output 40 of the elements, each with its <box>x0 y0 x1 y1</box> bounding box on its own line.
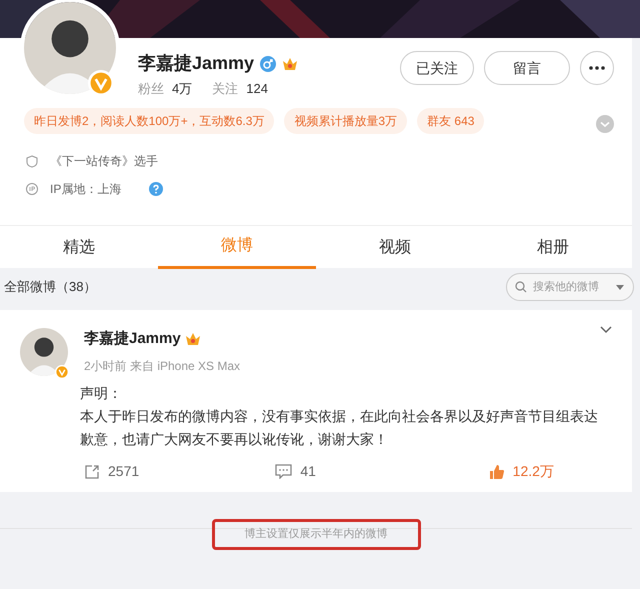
fans-label: 粉丝 <box>138 80 164 98</box>
stats-chip[interactable]: 视频累计播放量3万 <box>284 108 408 134</box>
ip-location: IP属地：上海 <box>50 181 122 198</box>
show-label: 《下一站传奇》选手 <box>50 153 158 170</box>
like-button[interactable]: 12.2万 <box>438 461 616 482</box>
crown-icon <box>184 332 201 346</box>
feed-title: 全部微博（38） <box>4 278 96 296</box>
ip-icon <box>26 183 38 195</box>
more-icon <box>589 66 605 70</box>
verified-badge-icon <box>88 70 114 96</box>
stats-chip[interactable]: 昨日发博2，阅读人数100万+，互动数6.3万 <box>24 108 274 134</box>
repost-button[interactable]: 2571 <box>84 461 262 482</box>
shield-icon <box>26 154 38 168</box>
follow-count: 124 <box>246 80 268 98</box>
post-meta: 2小时前 来自 iPhone XS Max <box>84 358 240 374</box>
search-field[interactable]: 搜索他的微博 <box>506 273 634 301</box>
more-button[interactable] <box>580 51 614 85</box>
help-icon[interactable] <box>149 182 164 196</box>
profile-tab[interactable]: 相册 <box>474 226 632 269</box>
post-heading: 声明： <box>80 384 123 403</box>
repost-icon <box>84 464 100 480</box>
follow-label: 关注 <box>212 80 238 98</box>
search-icon <box>515 281 527 293</box>
male-icon <box>260 56 276 72</box>
post-body: 本人于昨日发布的微博内容，没有事实依据，在此向社会各界以及好声音节目组表达歉意，也请广大网友不要再以讹传讹，谢谢大家！ <box>80 407 599 449</box>
crown-icon <box>282 56 298 70</box>
fans-count: 4万 <box>172 80 192 98</box>
profile-name: 李嘉捷Jammy <box>138 52 254 75</box>
profile-tab[interactable]: 精选 <box>0 226 158 269</box>
thumbs-up-icon <box>488 464 505 480</box>
following-button[interactable]: 已关注 <box>400 51 474 85</box>
caret-icon <box>616 285 624 290</box>
stats-chip[interactable]: 群友 643 <box>417 108 484 134</box>
comment-icon <box>275 464 292 479</box>
post-author[interactable]: 李嘉捷Jammy <box>84 328 181 350</box>
dropdown-icon[interactable] <box>600 326 612 334</box>
profile-tab[interactable]: 视频 <box>316 226 474 269</box>
message-button[interactable]: 留言 <box>484 51 570 85</box>
comment-button[interactable]: 41 <box>261 461 439 482</box>
notice-box: 博主设置仅展示半年内的微博 <box>212 519 420 550</box>
